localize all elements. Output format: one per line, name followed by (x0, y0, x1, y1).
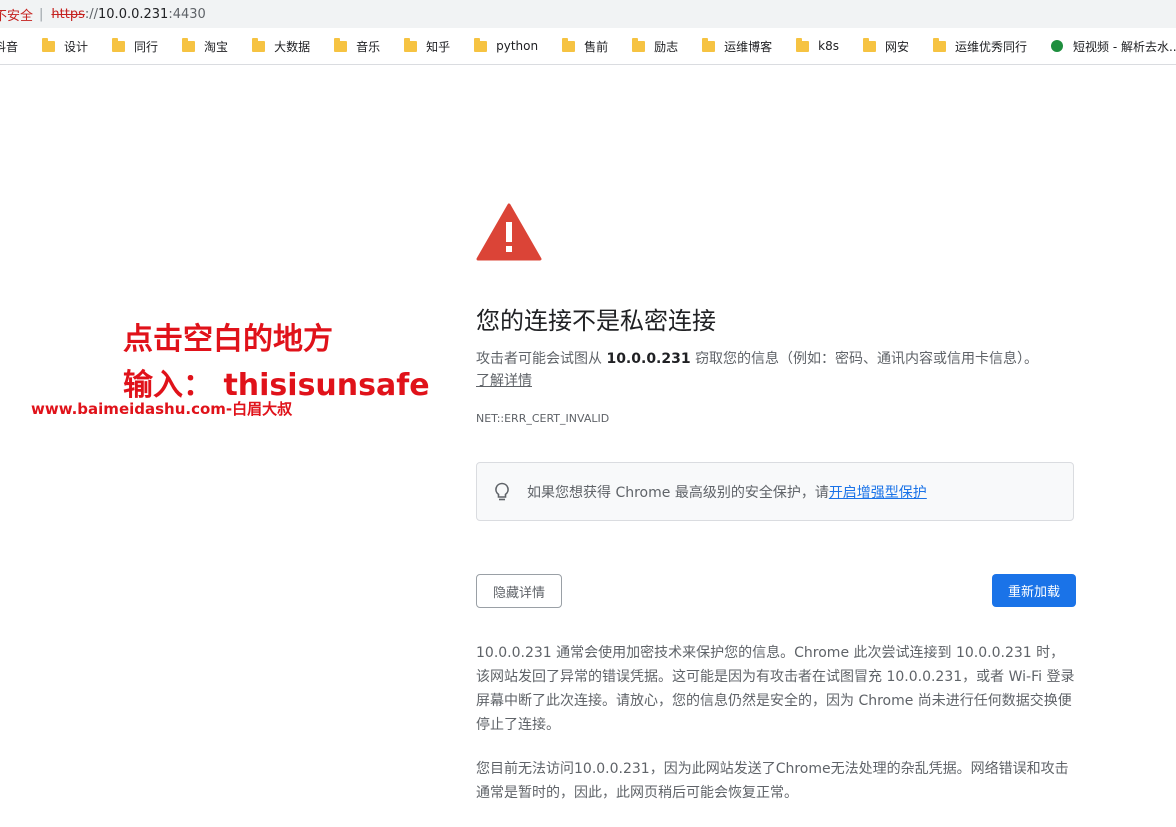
message-host: 10.0.0.231 (606, 351, 691, 367)
address-bar[interactable]: 不安全 | https://10.0.0.231:4430 (0, 0, 1176, 28)
bookmark-item[interactable]: 大数据 (252, 34, 310, 58)
enable-enhanced-protection-link[interactable]: 开启增强型保护 (829, 482, 927, 502)
bookmark-label: k8s (818, 39, 839, 53)
reload-button[interactable]: 重新加载 (992, 574, 1076, 607)
bookmark-item[interactable]: k8s (796, 34, 839, 58)
message-prefix: 攻击者可能会试图从 (476, 351, 602, 367)
url-scheme: https (51, 6, 85, 22)
warning-triangle-icon (476, 203, 542, 261)
bookmark-label: 淘宝 (204, 39, 229, 54)
bookmark-item[interactable]: 网安 (862, 34, 909, 58)
folder-icon (796, 37, 810, 52)
bookmark-item[interactable]: 音乐 (334, 34, 380, 58)
folder-icon (404, 37, 418, 52)
enhanced-protection-banner: 如果您想获得 Chrome 最高级别的安全保护，请 开启增强型保护 (476, 462, 1074, 521)
folder-icon (562, 37, 576, 52)
bookmark-item[interactable]: 淘宝 (182, 34, 228, 58)
details-section: 10.0.0.231 通常会使用加密技术来保护您的信息。Chrome 此次尝试连… (476, 641, 1076, 825)
folder-icon (182, 37, 196, 52)
url-port: :4430 (168, 6, 206, 22)
bookmark-item[interactable]: 售前 (562, 34, 608, 58)
bookmark-label: python (496, 39, 539, 53)
bookmark-label: 励志 (654, 39, 679, 54)
bookmark-label: 运维博客 (724, 39, 773, 54)
folder-icon (702, 37, 716, 52)
error-code[interactable]: NET::ERR_CERT_INVALID (476, 412, 609, 425)
page-title: 您的连接不是私密连接 (476, 307, 716, 335)
folder-icon (862, 37, 876, 52)
hide-details-button[interactable]: 隐藏详情 (476, 574, 562, 608)
folder-icon (42, 37, 56, 52)
enhanced-text: 如果您想获得 Chrome 最高级别的安全保护，请 (527, 484, 829, 501)
bookmark-item[interactable]: 励志 (632, 34, 678, 58)
bookmark-label: 音乐 (356, 39, 381, 54)
folder-icon (474, 37, 488, 52)
message-suffix: 窃取您的信息（例如：密码、通讯内容或信用卡信息）。 (695, 351, 1039, 367)
bookmark-item[interactable]: python (474, 34, 538, 58)
bookmark-item[interactable]: 运维优秀同行 (933, 34, 1027, 58)
folder-icon (252, 37, 266, 52)
bookmarks-bar: 抖音 设计 同行 淘宝 大数据 音乐 知乎 python 售前 励志 运维博客 k8s 网安 运维优秀同行… (0, 28, 1176, 65)
warning-message: 攻击者可能会试图从 10.0.0.231 窃取您的信息（例如：密码、通讯内容或信… (476, 348, 1076, 392)
url-text[interactable]: https://10.0.0.231:4430 (51, 7, 205, 22)
annotation-line-1: 点击空白的地方 (123, 322, 333, 357)
folder-icon (632, 37, 646, 52)
folder-icon (112, 37, 126, 52)
bookmark-item[interactable]: 短视频 - 解析去水... (1051, 34, 1176, 58)
address-separator: | (39, 6, 44, 22)
bookmark-label: 抖音 (0, 39, 19, 54)
bookmark-label: 网安 (884, 39, 909, 54)
not-secure-label[interactable]: 不安全 (0, 5, 33, 24)
bookmark-item[interactable]: 运维博客 (702, 34, 772, 58)
bookmark-label: 同行 (134, 39, 159, 54)
bookmark-item[interactable]: 设计 (42, 34, 88, 58)
bookmark-label: 知乎 (426, 39, 451, 54)
bookmark-label: 运维优秀同行 (955, 39, 1028, 54)
lightbulb-icon (495, 482, 509, 500)
learn-more-link[interactable]: 了解详情 (476, 373, 532, 389)
folder-icon (933, 37, 946, 52)
url-host: 10.0.0.231 (98, 6, 169, 22)
watermark: www.baimeidashu.com-白眉大叔 (31, 400, 293, 418)
bookmark-item[interactable]: 知乎 (404, 34, 450, 58)
details-paragraph-2: 您目前无法访问10.0.0.231，因为此网站发送了Chrome无法处理的杂乱凭… (476, 761, 1069, 801)
api-icon (1051, 40, 1064, 52)
bookmark-label: 售前 (584, 39, 609, 54)
bookmark-item[interactable]: 抖音 (0, 34, 18, 58)
folder-icon (334, 37, 348, 52)
url-scheme-sep: :// (84, 6, 99, 22)
bookmark-label: 大数据 (274, 39, 311, 54)
bookmark-label: 短视频 - 解析去水... (1073, 39, 1176, 54)
details-paragraph-1: 10.0.0.231 通常会使用加密技术来保护您的信息。Chrome 此次尝试连… (476, 645, 1075, 733)
bookmark-label: 设计 (64, 39, 89, 54)
bookmark-item[interactable]: 同行 (112, 34, 158, 58)
